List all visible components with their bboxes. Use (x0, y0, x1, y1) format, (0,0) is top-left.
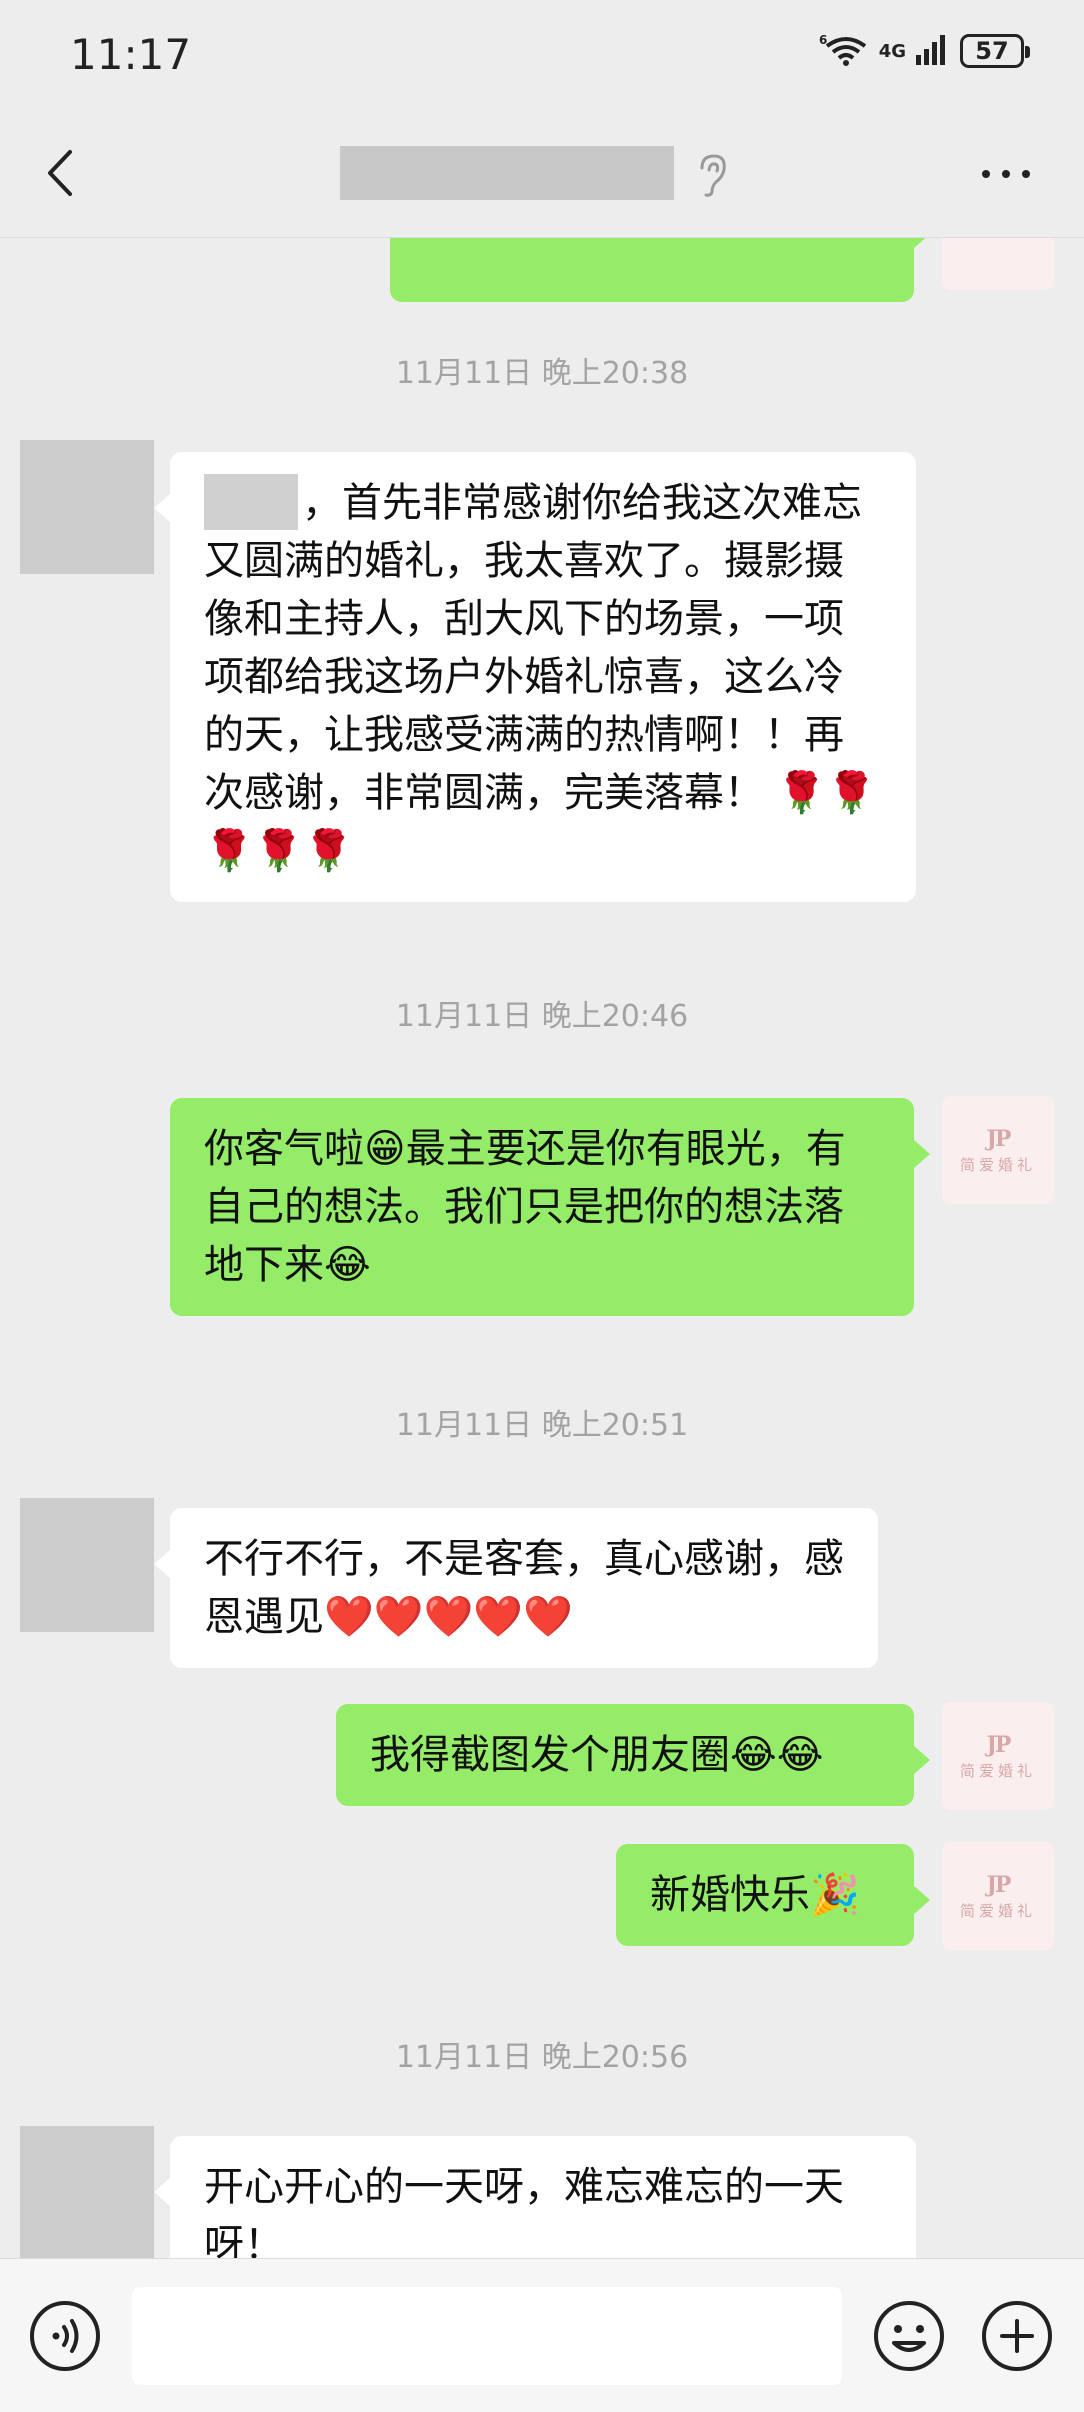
signal-icon (916, 33, 950, 69)
message-bubble-incoming[interactable]: ，首先非常感谢你给我这次难忘又圆满的婚礼，我太喜欢了。摄影摄像和主持人，刮大风下… (154, 452, 916, 902)
timestamp: 11月11日 晚上20:46 (395, 999, 689, 1034)
my-avatar[interactable]: JP 简爱婚礼 (942, 1096, 1054, 1204)
contact-avatar[interactable] (20, 440, 154, 574)
battery-indicator: 57 (960, 34, 1030, 68)
chat-header (0, 110, 1084, 238)
contact-avatar[interactable] (20, 1498, 154, 1632)
more-icon[interactable] (976, 154, 1036, 194)
message-text: 新婚快乐🎉 (650, 1872, 860, 1918)
logo-caption: 简爱婚礼 (959, 1901, 1036, 1920)
emoji-icon[interactable] (872, 2299, 946, 2373)
back-icon[interactable] (38, 148, 88, 198)
battery-level: 57 (975, 37, 1009, 65)
message-list[interactable]: 11月11日 晚上20:38 ，首先非常感谢你给我这次难忘又圆满的婚礼，我太喜欢… (0, 238, 1084, 2258)
message-text: ，首先非常感谢你给我这次难忘又圆满的婚礼，我太喜欢了。摄影摄像和主持人，刮大风下… (204, 480, 877, 874)
message-bubble-incoming[interactable]: 开心开心的一天呀，难忘难忘的一天呀！ (154, 2136, 916, 2258)
contact-avatar[interactable] (20, 2126, 154, 2258)
plus-icon[interactable] (980, 2299, 1054, 2373)
logo-mark: JP (986, 1871, 1012, 1898)
my-avatar[interactable]: JP 简爱婚礼 (942, 1842, 1054, 1950)
status-icons: 6 4G 57 (819, 32, 1030, 70)
message-text: 你客气啦😁最主要还是你有眼光，有自己的想法。我们只是把你的想法落地下来😂 (204, 1126, 846, 1288)
logo-caption: 简爱婚礼 (959, 1155, 1036, 1174)
message-bubble-incoming[interactable]: 不行不行，不是客套，真心感谢，感恩遇见❤️❤️❤️❤️❤️ (154, 1508, 878, 1668)
message-text: 我得截图发个朋友圈😂😂 (370, 1732, 824, 1778)
my-avatar[interactable] (942, 238, 1054, 290)
message-bubble-outgoing[interactable]: 新婚快乐🎉 (616, 1844, 930, 1946)
message-text: 不行不行，不是客套，真心感谢，感恩遇见❤️❤️❤️❤️❤️ (204, 1536, 844, 1640)
status-bar: 11:17 6 4G 57 (0, 0, 1084, 110)
logo-caption: 简爱婚礼 (959, 1761, 1036, 1780)
message-bubble-outgoing-partial[interactable] (390, 238, 930, 302)
timestamp: 11月11日 晚上20:51 (395, 1408, 689, 1443)
logo-mark: JP (986, 1125, 1012, 1152)
contact-name-redacted[interactable] (340, 146, 674, 200)
input-bar (0, 2258, 1084, 2412)
message-bubble-outgoing[interactable]: 我得截图发个朋友圈😂😂 (336, 1704, 930, 1806)
timestamp: 11月11日 晚上20:38 (395, 356, 689, 391)
redacted-name (204, 474, 298, 530)
network-type: 4G (878, 40, 906, 62)
svg-text:6: 6 (819, 33, 827, 47)
voice-icon[interactable] (28, 2299, 102, 2373)
message-bubble-outgoing[interactable]: 你客气啦😁最主要还是你有眼光，有自己的想法。我们只是把你的想法落地下来😂 (170, 1098, 930, 1316)
ear-icon (694, 152, 730, 198)
timestamp: 11月11日 晚上20:56 (395, 2040, 689, 2075)
my-avatar[interactable]: JP 简爱婚礼 (942, 1702, 1054, 1810)
logo-mark: JP (986, 1731, 1012, 1758)
message-text: 开心开心的一天呀，难忘难忘的一天呀！ (204, 2164, 844, 2258)
message-input[interactable] (132, 2287, 842, 2385)
wifi-icon: 6 (819, 32, 869, 70)
status-time: 11:17 (70, 30, 192, 79)
